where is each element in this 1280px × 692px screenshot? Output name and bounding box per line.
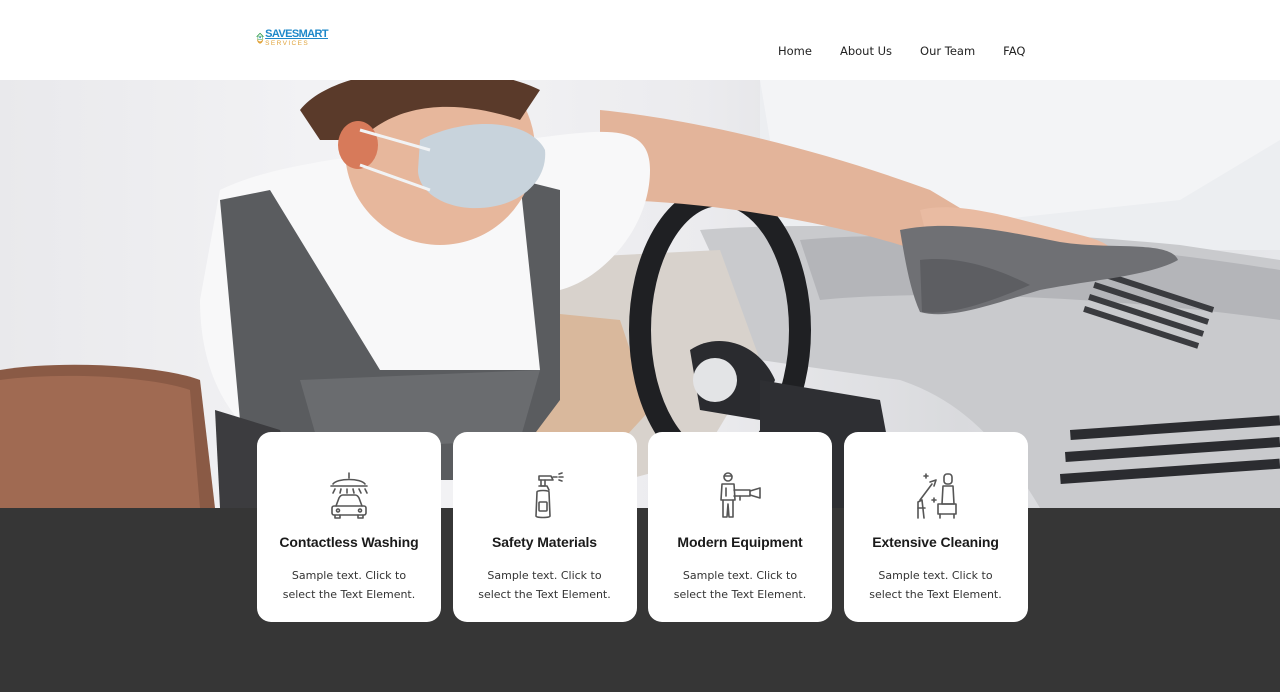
feature-title: Modern Equipment <box>677 534 803 550</box>
feature-text[interactable]: Sample text. Click to select the Text El… <box>470 566 620 604</box>
brand-logo[interactable]: SAVESMART SERVICES <box>256 17 329 59</box>
car-seat-cleaning-icon <box>916 473 957 519</box>
feature-title: Safety Materials <box>491 534 597 550</box>
feature-card-contactless-washing[interactable]: Contactless Washing Sample text. Click t… <box>257 432 441 622</box>
logo-house-hands-icon <box>256 32 264 44</box>
feature-card-safety-materials[interactable]: Safety Materials Sample text. Click to s… <box>452 432 637 622</box>
main-nav: Home About Us Our Team FAQ <box>778 44 1053 58</box>
feature-cards: Contactless Washing Sample text. Click t… <box>257 432 1039 622</box>
nav-home[interactable]: Home <box>778 44 812 58</box>
feature-text[interactable]: Sample text. Click to select the Text El… <box>861 566 1011 604</box>
logo-text-primary: SAVESMART <box>265 27 328 40</box>
pressure-washer-worker-icon <box>720 472 761 518</box>
feature-title: Contactless Washing <box>279 534 419 550</box>
feature-card-extensive-cleaning[interactable]: Extensive Cleaning Sample text. Click to… <box>843 432 1028 622</box>
feature-text[interactable]: Sample text. Click to select the Text El… <box>665 566 815 604</box>
site-header: SAVESMART SERVICES Home About Us Our Tea… <box>0 0 1280 80</box>
logo-text-secondary: SERVICES <box>265 39 310 47</box>
nav-about-us[interactable]: About Us <box>840 44 892 58</box>
feature-card-modern-equipment[interactable]: Modern Equipment Sample text. Click to s… <box>648 432 832 622</box>
feature-title: Extensive Cleaning <box>872 534 999 550</box>
feature-text[interactable]: Sample text. Click to select the Text El… <box>274 566 424 604</box>
nav-our-team[interactable]: Our Team <box>920 44 975 58</box>
car-wash-icon <box>330 472 368 519</box>
spray-bottle-icon <box>534 472 564 519</box>
nav-faq[interactable]: FAQ <box>1003 44 1025 58</box>
